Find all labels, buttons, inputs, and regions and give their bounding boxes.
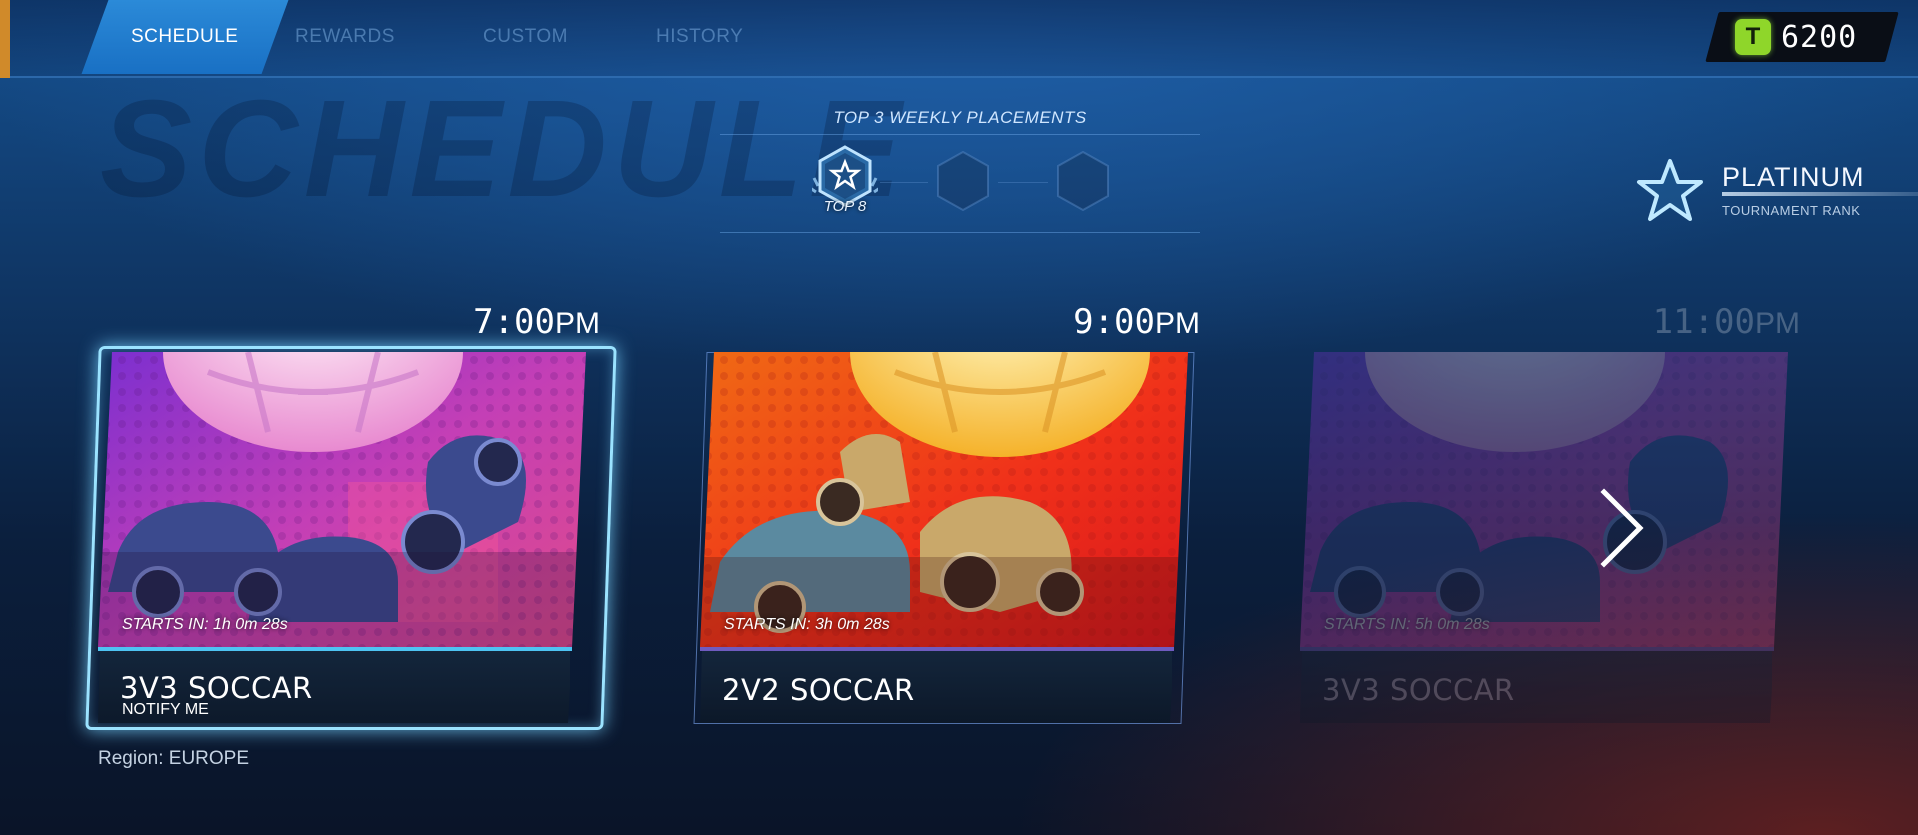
tournament-card[interactable]: STARTS IN: 5h 0m 28s 3V3 SOCCAR — [1300, 352, 1788, 723]
rank-underline — [1722, 192, 1918, 196]
card-footer: 3V3 SOCCAR — [1300, 651, 1772, 723]
credits-icon: T — [1735, 19, 1771, 55]
card-time-value: 9:00 — [1073, 302, 1155, 342]
placement-badge-empty — [930, 144, 996, 220]
tab-history[interactable]: HISTORY — [597, 0, 804, 74]
card-footer: 3V3 SOCCAR NOTIFY ME — [98, 651, 570, 723]
hexagon-empty-icon — [937, 150, 989, 212]
card-time-value: 11:00 — [1652, 302, 1755, 342]
notify-me-button[interactable]: NOTIFY ME — [122, 701, 209, 719]
starts-in-text: STARTS IN: 1h 0m 28s — [122, 616, 288, 633]
tournament-card[interactable]: STARTS IN: 3h 0m 28s 2V2 SOCCAR — [700, 352, 1188, 723]
tab-rewards-label: REWARDS — [295, 26, 395, 47]
card-time: 11:00PM — [1600, 302, 1800, 342]
tab-custom-label: CUSTOM — [482, 26, 568, 47]
chevron-right-icon[interactable] — [1596, 488, 1646, 568]
placement-connector — [880, 182, 928, 183]
card-footer: 2V2 SOCCAR — [700, 651, 1172, 723]
rank-subtitle: TOURNAMENT RANK — [1722, 203, 1861, 218]
starts-in-text: STARTS IN: 3h 0m 28s — [724, 616, 890, 633]
placement-connector — [998, 182, 1048, 183]
tournament-card[interactable]: STARTS IN: 1h 0m 28s 3V3 SOCCAR NOTIFY M… — [98, 352, 586, 723]
rank-name: PLATINUM — [1722, 162, 1865, 192]
card-time-ampm: PM — [1155, 307, 1200, 340]
currency-value: 6200 — [1781, 19, 1858, 55]
card-mode: 3V3 SOCCAR — [1322, 673, 1515, 707]
card-artwork: STARTS IN: 3h 0m 28s — [700, 352, 1188, 647]
card-time: 7:00PM — [400, 302, 600, 342]
soccar-artwork-image — [98, 352, 586, 647]
tab-rewards[interactable]: REWARDS — [242, 0, 449, 74]
soccar-artwork-image — [1300, 352, 1788, 647]
card-artwork: STARTS IN: 5h 0m 28s — [1300, 352, 1788, 647]
currency-display: T 6200 — [1735, 12, 1857, 62]
starts-in-text: STARTS IN: 5h 0m 28s — [1324, 616, 1490, 633]
tab-schedule-label: SCHEDULE — [131, 26, 239, 47]
card-time-ampm: PM — [1755, 307, 1800, 340]
hexagon-empty-icon — [1057, 150, 1109, 212]
region-label: Region: EUROPE — [98, 748, 250, 769]
weekly-placements-title: TOP 3 WEEKLY PLACEMENTS — [833, 108, 1087, 127]
card-accent-strip — [700, 647, 1174, 651]
soccar-artwork-image — [700, 352, 1188, 647]
card-time: 9:00PM — [1000, 302, 1200, 342]
divider — [720, 232, 1200, 233]
card-accent-strip — [1300, 647, 1774, 651]
card-mode: 2V2 SOCCAR — [722, 673, 915, 707]
tab-history-label: HISTORY — [656, 26, 744, 47]
page-title-watermark: SCHEDULE — [100, 72, 908, 226]
card-time-value: 7:00 — [473, 302, 555, 342]
placement-badge-empty — [1050, 144, 1116, 220]
card-time-ampm: PM — [555, 307, 600, 340]
tab-custom[interactable]: CUSTOM — [422, 0, 629, 74]
divider — [720, 134, 1200, 135]
card-mode: 3V3 SOCCAR — [120, 671, 313, 705]
placement-label: TOP 8 — [823, 198, 867, 215]
card-artwork: STARTS IN: 1h 0m 28s — [98, 352, 586, 647]
card-accent-strip — [98, 647, 572, 651]
star-icon — [1637, 159, 1703, 221]
